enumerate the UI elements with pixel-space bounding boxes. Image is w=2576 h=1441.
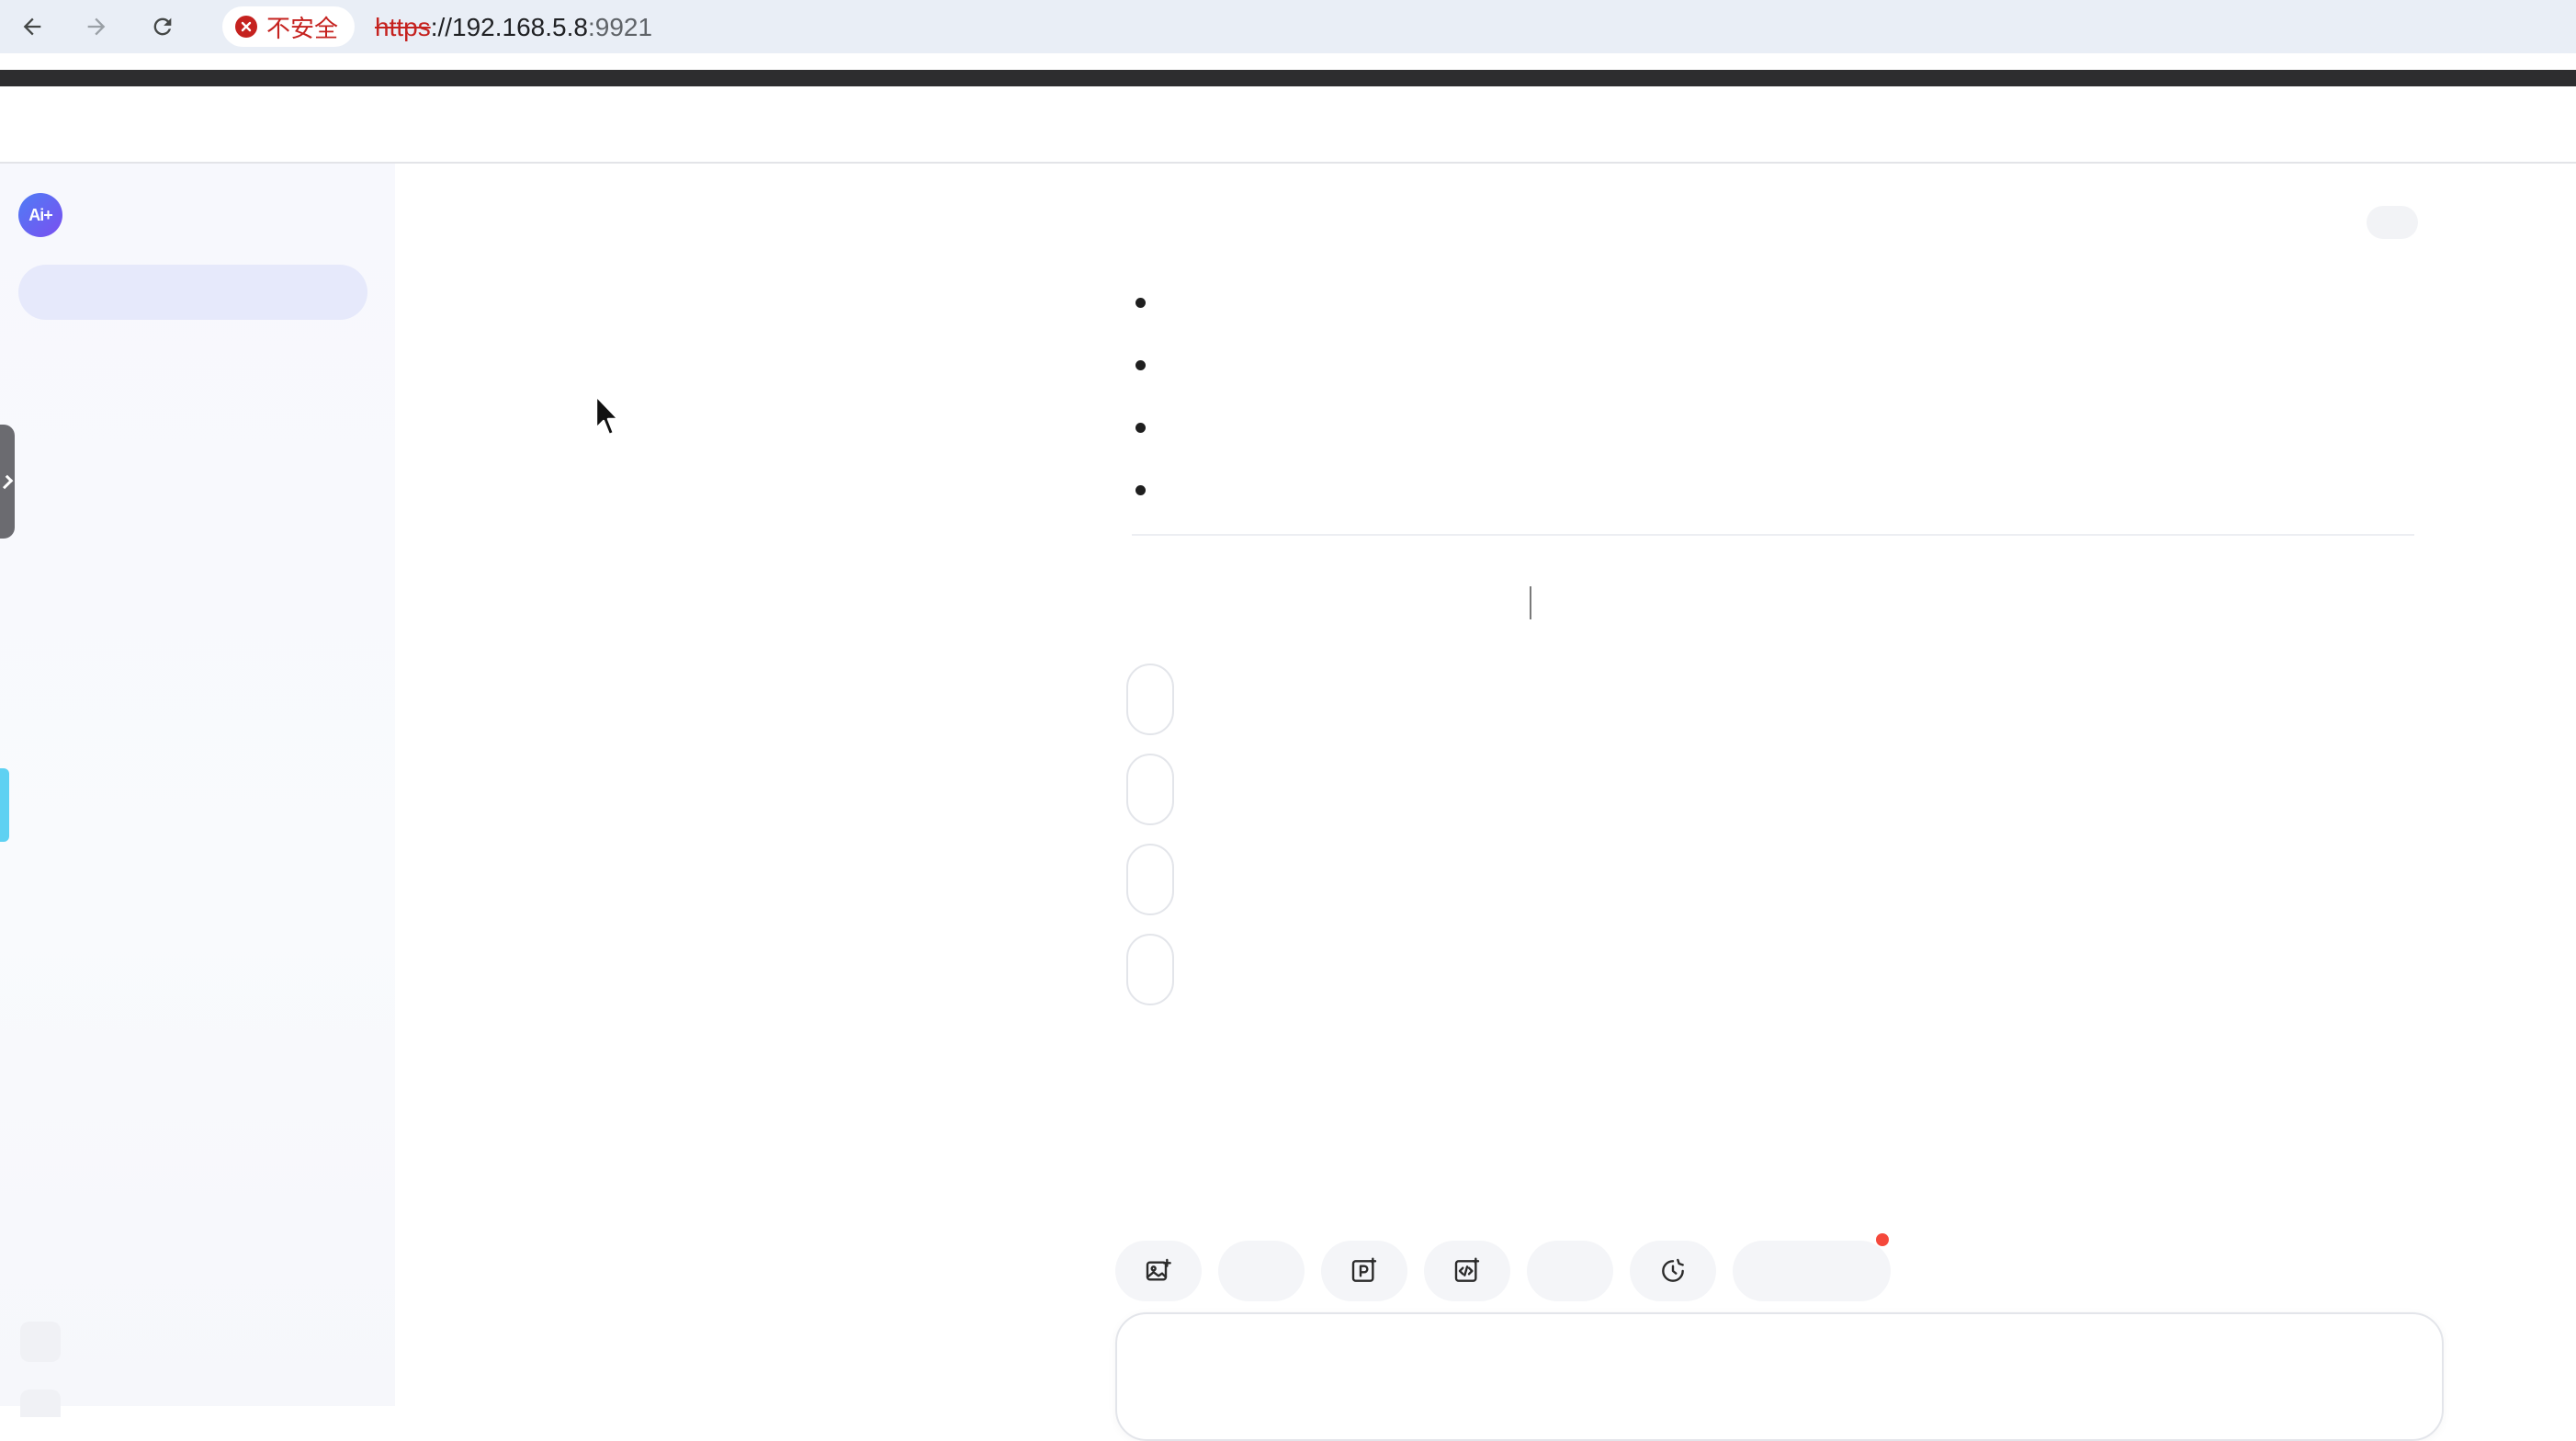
url-text[interactable]: https://192.168.5.8:9921: [375, 13, 652, 42]
presentation-add-icon: [1351, 1257, 1377, 1282]
image-add-icon: [1146, 1258, 1171, 1281]
list-item: [1135, 347, 1154, 410]
reload-icon: [153, 17, 172, 36]
arrow-right-icon: [87, 17, 106, 36]
list-item: [1135, 285, 1154, 347]
sidebar-collapse-handle[interactable]: [0, 425, 15, 539]
timer-icon: [1662, 1258, 1684, 1282]
image-tool-button[interactable]: [1115, 1241, 1202, 1301]
app-logo[interactable]: Ai+: [18, 193, 62, 237]
ppt-tool-button[interactable]: [1321, 1241, 1407, 1301]
page-header: [0, 86, 2576, 164]
security-chip[interactable]: 不安全: [222, 6, 356, 47]
timer-tool-button[interactable]: [1630, 1241, 1716, 1301]
text-caret: [1530, 586, 1531, 619]
security-label: 不安全: [266, 15, 339, 43]
suggestion-chip[interactable]: [1126, 934, 1174, 1005]
top-right-button[interactable]: [2367, 206, 2418, 239]
mouse-cursor-icon: [594, 394, 620, 437]
forward-button[interactable]: [75, 6, 118, 48]
suggestion-chip[interactable]: [1126, 844, 1174, 915]
list-item: [1135, 472, 1154, 535]
toolbar-button-2[interactable]: [1218, 1241, 1305, 1301]
sidebar-accent-indicator: [0, 768, 9, 842]
error-x-icon: [235, 16, 257, 38]
back-button[interactable]: [11, 6, 53, 48]
toolbar-button-5[interactable]: [1527, 1241, 1613, 1301]
code-tool-button[interactable]: [1424, 1241, 1510, 1301]
chat-input[interactable]: [1115, 1312, 2444, 1441]
suggestion-chip[interactable]: [1126, 754, 1174, 825]
url-host: ://192.168.5.8: [430, 13, 588, 41]
content-divider: [1132, 534, 2414, 536]
list-item: [1135, 410, 1154, 472]
toolbar-button-more[interactable]: [1733, 1241, 1891, 1301]
sidebar-bottom-button[interactable]: [20, 1322, 61, 1362]
new-chat-button[interactable]: [18, 265, 367, 320]
sidebar: Ai+: [0, 164, 395, 1417]
suggestion-list: [1126, 664, 1174, 1024]
address-bar[interactable]: 不安全 https://192.168.5.8:9921: [213, 2, 2565, 51]
app-top-strip: [0, 70, 2576, 86]
arrow-left-icon: [23, 17, 41, 36]
suggestion-chip[interactable]: [1126, 664, 1174, 735]
url-port: :9921: [587, 13, 653, 41]
browser-toolbar: 不安全 https://192.168.5.8:9921: [0, 0, 2576, 53]
reload-button[interactable]: [141, 6, 184, 48]
url-scheme: https: [375, 13, 431, 41]
bullet-list: [1135, 285, 1154, 535]
sidebar-bottom-button-secondary[interactable]: [20, 1390, 61, 1417]
code-add-icon: [1454, 1257, 1480, 1282]
notification-dot: [1876, 1233, 1889, 1246]
